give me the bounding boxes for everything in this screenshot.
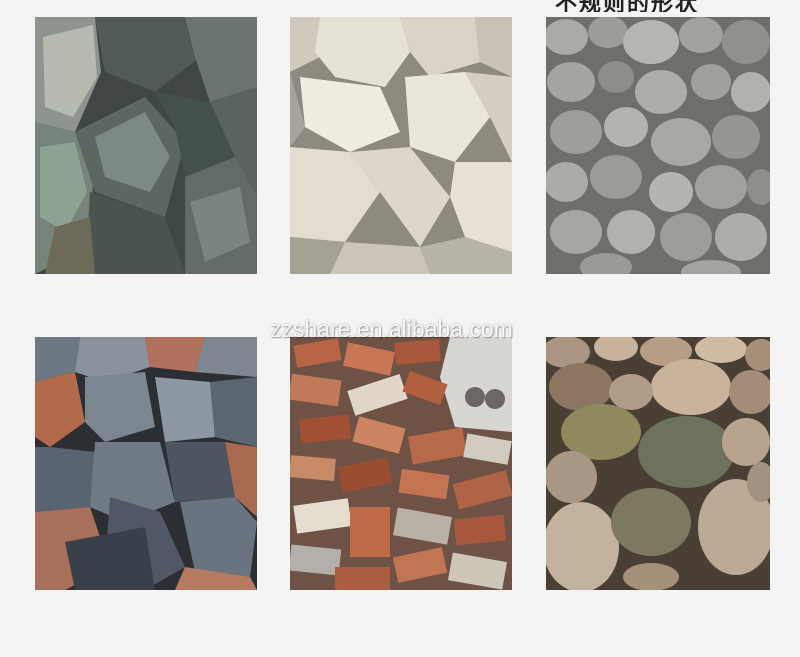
page: 不规则的形状 [0, 0, 800, 657]
photo-white-limestone [290, 17, 512, 274]
photo-brick-debris [290, 337, 512, 590]
photo-grey-river-stones [546, 17, 770, 274]
photo-blue-red-ore [35, 337, 257, 590]
photo-brown-pebbles [546, 337, 770, 590]
watermark-text: zzshare.en.alibaba.com [270, 316, 513, 342]
header-title: 不规则的形状 [555, 0, 775, 12]
photo-greenish-grey-rocks [35, 17, 257, 274]
